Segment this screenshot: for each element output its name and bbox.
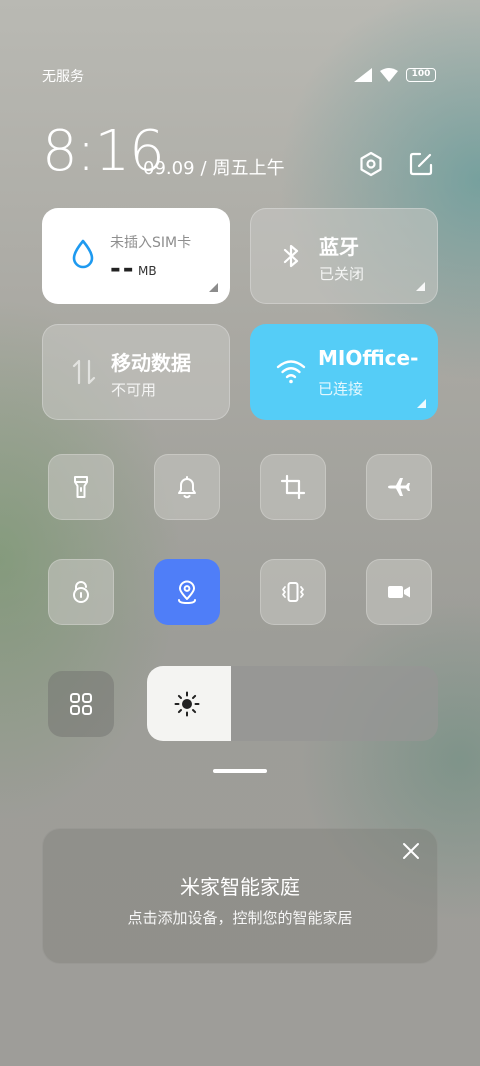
header-actions: [357, 150, 435, 178]
flashlight-button[interactable]: [48, 454, 114, 520]
bluetooth-icon: [283, 244, 299, 268]
mobile-data-arrows-icon: [72, 359, 96, 385]
mobile-data-status: 不可用: [111, 381, 157, 399]
apps-grid-button[interactable]: [48, 671, 114, 737]
bluetooth-status: 已关闭: [319, 265, 365, 283]
lock-icon: [73, 581, 89, 603]
vibrate-button[interactable]: [260, 559, 326, 625]
edit-icon[interactable]: [407, 150, 435, 178]
rotation-lock-button[interactable]: [48, 559, 114, 625]
carrier-label: 无服务: [42, 69, 84, 85]
bluetooth-tile[interactable]: 蓝牙 已关闭: [250, 208, 438, 304]
mobile-data-label: 移动数据: [111, 351, 191, 375]
data-usage-unit: MB: [138, 264, 157, 278]
date-line: 09.09/周五上午: [143, 154, 285, 180]
weekday: 周五上午: [212, 158, 285, 179]
expand-corner-icon: [209, 283, 218, 292]
data-usage-value: --: [110, 254, 136, 284]
wifi-status-icon: [380, 68, 398, 82]
mijia-smart-home-card[interactable]: 米家智能家庭 点击添加设备，控制您的智能家居: [42, 828, 438, 964]
wifi-icon: [276, 360, 306, 384]
screenshot-button[interactable]: [260, 454, 326, 520]
wifi-status: 已连接: [318, 380, 364, 398]
date: 09.09: [143, 158, 195, 179]
expand-corner-icon: [417, 399, 426, 408]
panel-drag-handle[interactable]: [213, 769, 267, 773]
mobile-data-tile[interactable]: 移动数据 不可用: [42, 324, 230, 420]
mijia-subtitle: 点击添加设备，控制您的智能家居: [127, 909, 353, 927]
screenshot-crop-icon: [280, 474, 306, 500]
airplane-icon: [388, 478, 410, 496]
close-icon[interactable]: [401, 841, 421, 861]
water-drop-icon: [72, 239, 94, 269]
grid-icon: [70, 693, 92, 715]
airplane-mode-button[interactable]: [366, 454, 432, 520]
bluetooth-label: 蓝牙: [319, 235, 359, 259]
wifi-tile[interactable]: MIOffice- 已连接: [250, 324, 438, 420]
status-bar: 无服务 100: [42, 66, 436, 86]
video-camera-icon: [388, 586, 410, 598]
brightness-slider[interactable]: [147, 666, 438, 741]
sim-status-label: 未插入SIM卡: [110, 235, 192, 251]
battery-icon: 100: [406, 68, 436, 82]
bell-icon: [178, 476, 196, 499]
screen-record-button[interactable]: [366, 559, 432, 625]
status-icons: 100: [354, 68, 436, 82]
location-icon: [178, 580, 196, 605]
flashlight-icon: [74, 476, 88, 498]
mute-button[interactable]: [154, 454, 220, 520]
wifi-network-name: MIOffice-: [318, 346, 419, 370]
date-separator: /: [200, 158, 207, 179]
location-button[interactable]: [154, 559, 220, 625]
mijia-title: 米家智能家庭: [180, 875, 300, 899]
expand-corner-icon: [416, 282, 425, 291]
data-usage-tile[interactable]: 未插入SIM卡 -- MB: [42, 208, 230, 304]
vibrate-icon: [282, 582, 304, 602]
sun-icon: [174, 691, 200, 717]
signal-icon: [354, 68, 372, 82]
settings-hexagon-icon[interactable]: [357, 150, 385, 178]
